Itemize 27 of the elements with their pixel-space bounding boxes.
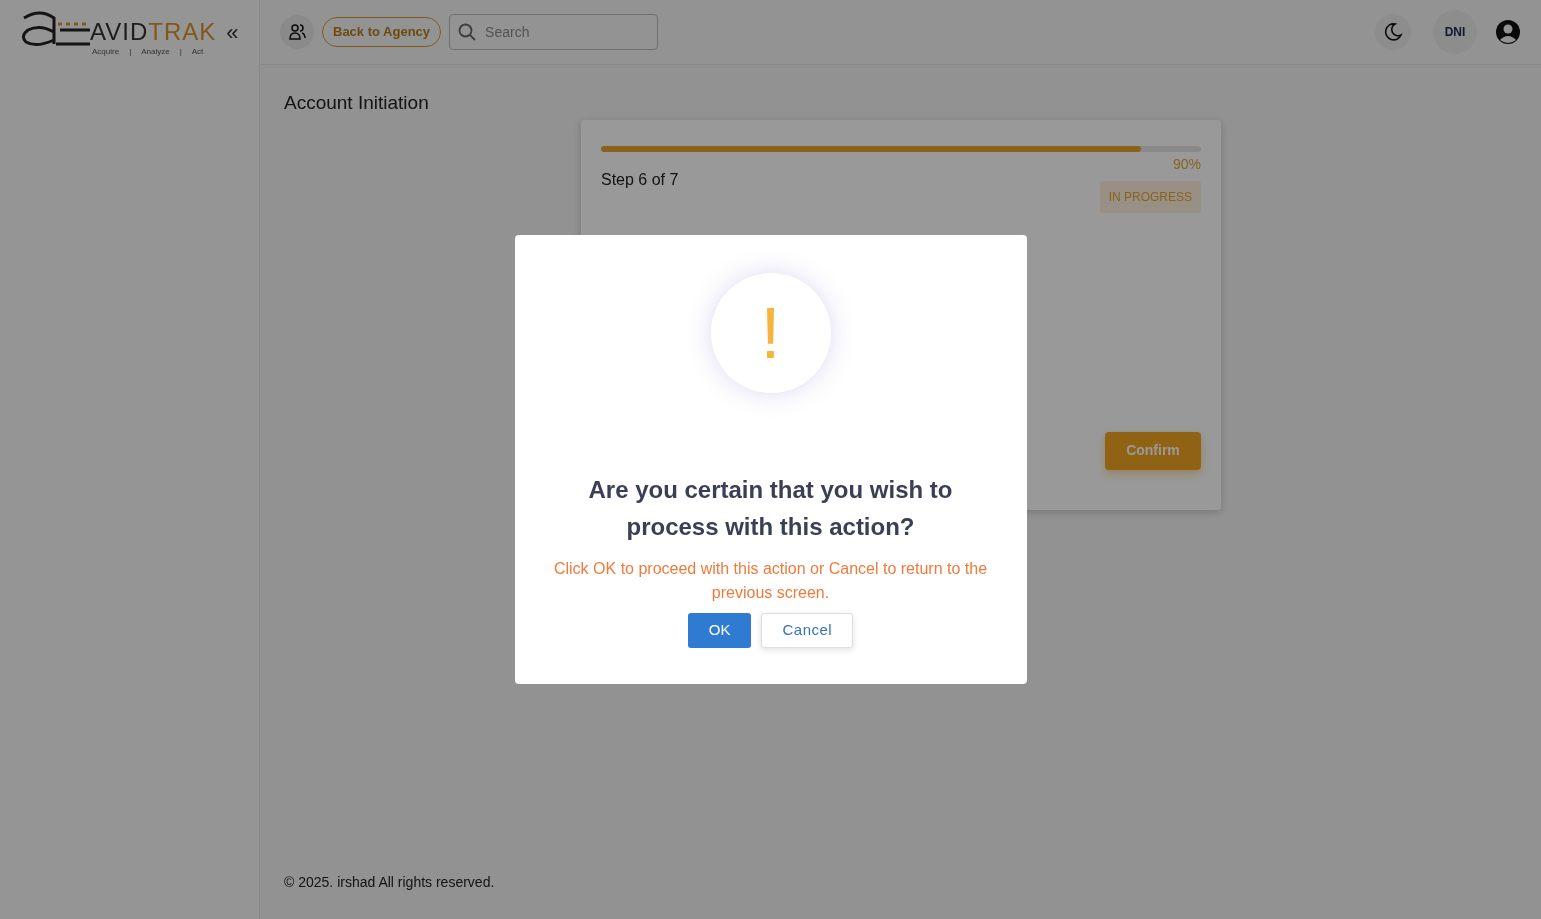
footer-text: © 2025. irshad All rights reserved. (284, 873, 496, 892)
users-icon (288, 23, 306, 41)
tagline-text: Act (191, 47, 204, 56)
logo-text: AVID (90, 17, 149, 45)
collapse-button[interactable]: « (226, 16, 239, 49)
dialog-title: Are you certain that you wish to process with this action? (587, 475, 954, 542)
logo-text: TRAK (148, 17, 217, 45)
ok-button[interactable]: OK (687, 613, 752, 648)
tagline-text: | (179, 47, 182, 56)
account-icon[interactable] (1495, 19, 1521, 45)
step-label: Step 6 of 7 (601, 169, 679, 190)
status-badge: IN PROGRESS (1099, 180, 1201, 213)
progress-percent: 90% (1172, 154, 1201, 174)
agency-button[interactable] (280, 15, 314, 49)
logo-icon (20, 9, 90, 48)
search-icon (458, 23, 477, 41)
warning-icon: ! (710, 273, 831, 393)
tagline-text: Acquire (92, 47, 120, 56)
search-field[interactable]: Search (449, 14, 659, 50)
dialog-message: Click OK to proceed with this action or Cancel to return to the previous screen. (552, 559, 989, 603)
moon-icon (1383, 22, 1403, 42)
tagline-text: Analyze (141, 47, 170, 56)
cancel-button[interactable]: Cancel (761, 613, 854, 648)
tagline-text: | (129, 47, 132, 56)
dark-mode-button[interactable] (1375, 14, 1411, 50)
user-avatar[interactable]: DNI (1433, 10, 1477, 54)
page-title: Account Initiation (284, 91, 430, 115)
